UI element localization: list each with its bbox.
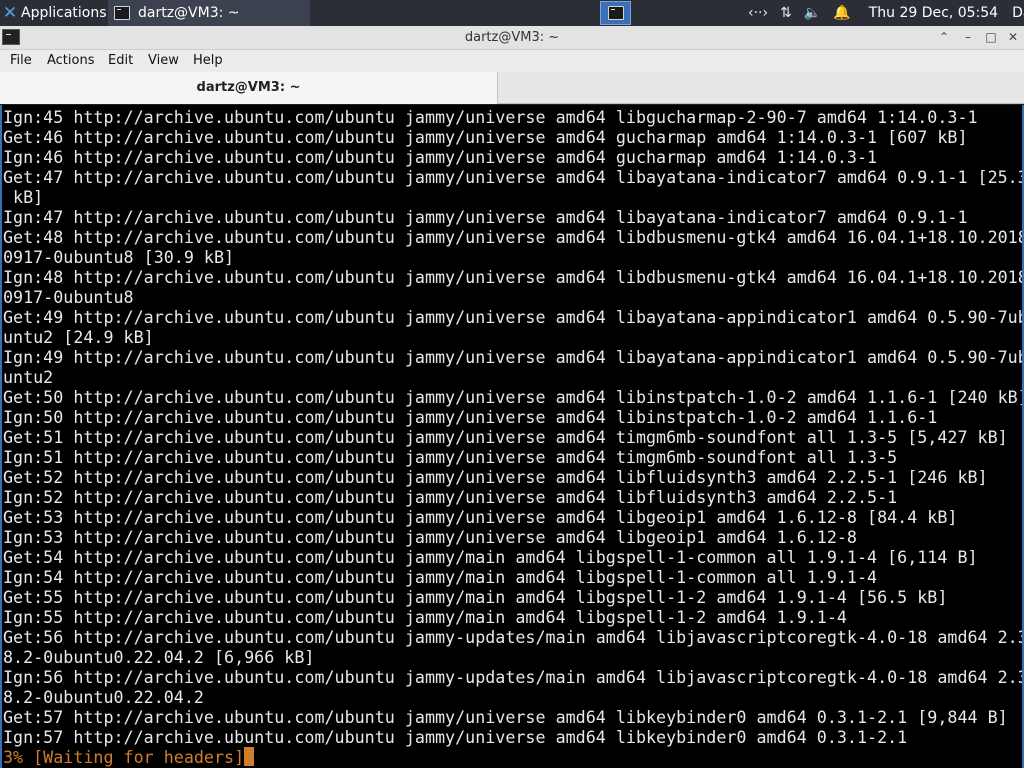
taskbar-terminal-button[interactable]: dartz@VM3: ~ [108, 0, 310, 26]
terminal-icon [114, 6, 130, 20]
applications-label: Applications [21, 5, 107, 21]
menu-help[interactable]: Help [193, 53, 223, 68]
volume-icon[interactable]: 🔈 [804, 5, 821, 21]
menu-file[interactable]: File [10, 53, 32, 68]
workspace-switcher[interactable] [600, 1, 631, 25]
terminal-line: Get:53 http://archive.ubuntu.com/ubuntu … [3, 507, 958, 527]
terminal-line: Get:46 http://archive.ubuntu.com/ubuntu … [3, 127, 968, 147]
top-panel: ✕ Applications ☰ dartz@VM3: ~ ‹··› ⇅ 🔈 🔔… [0, 0, 1024, 26]
terminal-line: Ign:51 http://archive.ubuntu.com/ubuntu … [3, 447, 898, 467]
clock[interactable]: Thu 29 Dec, 05:54 [869, 5, 998, 21]
terminal-line: Get:47 http://archive.ubuntu.com/ubuntu … [3, 167, 1023, 187]
terminal-line: 8.2-0ubuntu0.22.04.2 [6,966 kB] [3, 647, 315, 667]
terminal-line: Ign:47 http://archive.ubuntu.com/ubuntu … [3, 207, 968, 227]
terminal-line: untu2 [24.9 kB] [3, 327, 154, 347]
applications-menu[interactable]: ✕ Applications ☰ [0, 0, 123, 26]
menu-actions[interactable]: Actions [47, 53, 95, 68]
system-tray: ‹··› ⇅ 🔈 🔔 Thu 29 Dec, 05:54 Dartz [748, 0, 1024, 26]
progress-line: 3% [Waiting for headers] [3, 747, 1022, 767]
terminal-line: Ign:53 http://archive.ubuntu.com/ubuntu … [3, 527, 857, 547]
terminal-line: Get:51 http://archive.ubuntu.com/ubuntu … [3, 427, 1008, 447]
notification-bell-icon[interactable]: 🔔 [833, 5, 850, 21]
workspace-terminal-icon [607, 6, 624, 20]
terminal-line: Get:54 http://archive.ubuntu.com/ubuntu … [3, 547, 978, 567]
menu-bar: File Actions Edit View Help [0, 50, 1024, 72]
menu-edit[interactable]: Edit [108, 53, 133, 68]
terminal-line: Ign:48 http://archive.ubuntu.com/ubuntu … [3, 267, 1023, 287]
terminal-line: Ign:56 http://archive.ubuntu.com/ubuntu … [3, 667, 1023, 687]
tab-terminal[interactable]: dartz@VM3: ~ [0, 72, 498, 104]
maximize-icon[interactable]: □ [983, 29, 999, 45]
terminal-line: Ign:57 http://archive.ubuntu.com/ubuntu … [3, 727, 908, 747]
terminal-line: Ign:50 http://archive.ubuntu.com/ubuntu … [3, 407, 938, 427]
network-arrows-icon[interactable]: ‹··› [748, 5, 768, 21]
close-icon[interactable]: ✕ [1005, 29, 1021, 45]
tab-bar: dartz@VM3: ~ [0, 72, 1024, 104]
terminal-line: Get:57 http://archive.ubuntu.com/ubuntu … [3, 707, 1008, 727]
terminal-line: 8.2-0ubuntu0.22.04.2 [3, 687, 204, 707]
minimize-icon[interactable]: – [960, 29, 976, 45]
progress-status: 3% [Waiting for headers] [3, 747, 245, 767]
terminal-line: 0917-0ubuntu8 [3, 287, 134, 307]
collapse-icon[interactable]: ⌃ [936, 29, 952, 45]
terminal-output[interactable]: Ign:45 http://archive.ubuntu.com/ubuntu … [0, 105, 1024, 768]
menu-view[interactable]: View [148, 53, 179, 68]
taskbar-terminal-label: dartz@VM3: ~ [138, 5, 240, 21]
xfce-logo-icon: ✕ [2, 3, 18, 23]
network-updown-icon[interactable]: ⇅ [780, 5, 792, 21]
terminal-line: Ign:46 http://archive.ubuntu.com/ubuntu … [3, 147, 878, 167]
terminal-line: Get:50 http://archive.ubuntu.com/ubuntu … [3, 387, 1023, 407]
window-titlebar[interactable]: dartz@VM3: ~ ⌃ – □ ✕ [0, 26, 1024, 50]
terminal-line: Get:48 http://archive.ubuntu.com/ubuntu … [3, 227, 1023, 247]
terminal-line: Get:55 http://archive.ubuntu.com/ubuntu … [3, 587, 948, 607]
terminal-line: Get:56 http://archive.ubuntu.com/ubuntu … [3, 627, 1023, 647]
terminal-line: Ign:54 http://archive.ubuntu.com/ubuntu … [3, 567, 878, 587]
terminal-line: Get:52 http://archive.ubuntu.com/ubuntu … [3, 467, 988, 487]
terminal-line: kB] [3, 187, 44, 207]
terminal-line: Get:49 http://archive.ubuntu.com/ubuntu … [3, 307, 1023, 327]
terminal-line: untu2 [3, 367, 54, 387]
terminal-line: Ign:55 http://archive.ubuntu.com/ubuntu … [3, 607, 847, 627]
terminal-line: Ign:49 http://archive.ubuntu.com/ubuntu … [3, 347, 1023, 367]
text-cursor [244, 747, 255, 766]
terminal-line: Ign:52 http://archive.ubuntu.com/ubuntu … [3, 487, 898, 507]
terminal-line: 0917-0ubuntu8 [30.9 kB] [3, 247, 235, 267]
terminal-line: Ign:45 http://archive.ubuntu.com/ubuntu … [3, 107, 978, 127]
window-title: dartz@VM3: ~ [464, 30, 560, 45]
terminal-lines: Ign:45 http://archive.ubuntu.com/ubuntu … [3, 107, 1023, 767]
user-menu[interactable]: Dartz [1012, 5, 1024, 21]
